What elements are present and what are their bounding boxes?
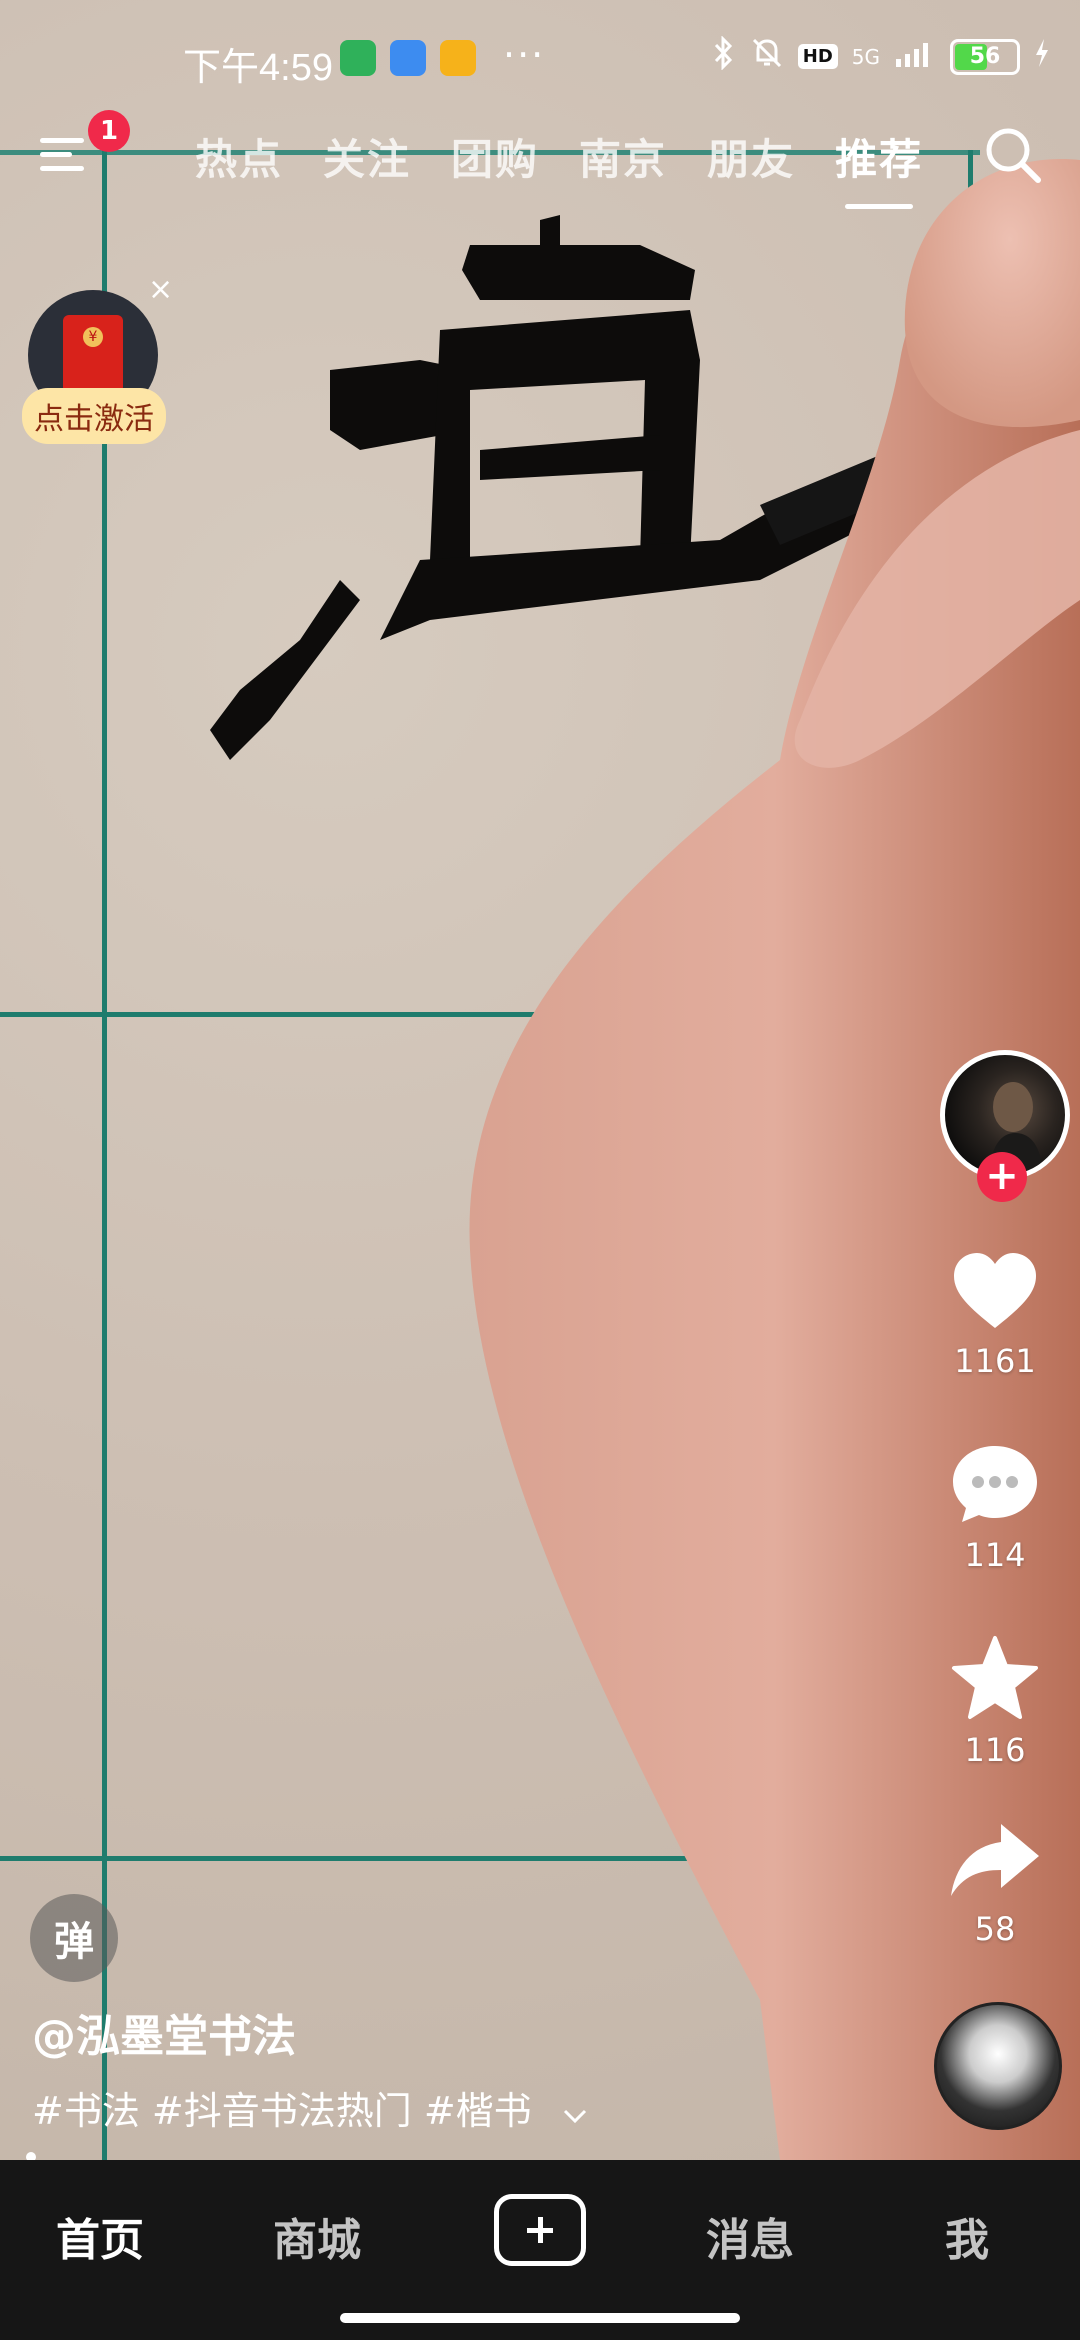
comment-button[interactable]: 114 xyxy=(920,1442,1070,1574)
status-bar: 下午4:59 ··· HD 5G 56 xyxy=(0,0,1080,120)
comment-icon xyxy=(953,1446,1037,1522)
signal-icon xyxy=(894,37,936,76)
battery-icon: 56 xyxy=(950,38,1020,75)
star-icon xyxy=(952,1636,1038,1719)
share-count: 58 xyxy=(974,1910,1016,1948)
tab-recommended[interactable]: 推荐 xyxy=(835,126,923,209)
create-post-button[interactable] xyxy=(494,2194,586,2266)
like-button[interactable]: 1161 xyxy=(920,1250,1070,1380)
notification-badge: 1 xyxy=(88,110,130,152)
battery-level: 56 xyxy=(969,44,1001,69)
notification-app-icon xyxy=(340,40,376,76)
status-right-group: HD 5G 56 xyxy=(710,35,1050,77)
close-icon[interactable]: × xyxy=(148,272,173,307)
author-name[interactable]: @泓墨堂书法 xyxy=(32,2000,296,2064)
heart-icon xyxy=(954,1253,1036,1328)
video-tags: #书法 #抖音书法热门 #楷书 xyxy=(32,2080,588,2135)
bluetooth-icon xyxy=(710,35,736,77)
tab-group-buy[interactable]: 团购 xyxy=(451,126,539,187)
feed-tabs: 热点 关注 团购 南京 朋友 推荐 xyxy=(195,126,923,209)
hd-badge: HD xyxy=(797,44,838,69)
menu-button[interactable] xyxy=(40,132,92,178)
charging-icon xyxy=(1034,39,1050,74)
mute-bell-icon xyxy=(750,36,784,77)
danmaku-toggle-button[interactable]: 弹 xyxy=(30,1894,118,1982)
favorite-count: 116 xyxy=(964,1731,1026,1769)
favorite-button[interactable]: 116 xyxy=(920,1635,1070,1769)
network-type: 5G xyxy=(851,44,880,69)
follow-button[interactable]: + xyxy=(977,1152,1027,1202)
tab-friends[interactable]: 朋友 xyxy=(707,126,795,187)
nav-home[interactable]: 首页 xyxy=(56,2204,144,2268)
menu-icon xyxy=(40,152,72,157)
notification-app-icon xyxy=(390,40,426,76)
hashtags[interactable]: #书法 #抖音书法热门 #楷书 xyxy=(32,2089,532,2133)
like-count: 1161 xyxy=(954,1342,1036,1380)
tab-local-city[interactable]: 南京 xyxy=(579,126,667,187)
notification-app-icon xyxy=(440,40,476,76)
calligraphy-scene xyxy=(210,159,1080,2160)
menu-icon xyxy=(40,138,84,143)
video-player[interactable] xyxy=(0,0,1080,2160)
red-packet-label: 点击激活 xyxy=(22,388,166,444)
search-button[interactable] xyxy=(982,124,1044,186)
search-icon xyxy=(986,128,1041,183)
status-time: 下午4:59 xyxy=(183,47,333,89)
red-packet-widget[interactable]: 点击激活 xyxy=(22,290,166,444)
comment-count: 114 xyxy=(964,1536,1026,1574)
nav-mall[interactable]: 商城 xyxy=(273,2204,361,2268)
share-button[interactable]: 58 xyxy=(920,1820,1070,1948)
expand-chevron-icon[interactable] xyxy=(562,2098,588,2131)
nav-me[interactable]: 我 xyxy=(945,2204,989,2268)
nav-messages[interactable]: 消息 xyxy=(706,2204,794,2268)
share-arrow-icon xyxy=(951,1824,1039,1896)
screen: 下午4:59 ··· HD 5G 56 1 热点 关注 团购 南京 朋友 推荐 … xyxy=(0,0,1080,2340)
more-notifications-icon: ··· xyxy=(503,33,546,77)
top-nav: 1 热点 关注 团购 南京 朋友 推荐 xyxy=(0,110,1080,210)
home-indicator[interactable] xyxy=(340,2313,740,2323)
music-disc[interactable] xyxy=(934,2002,1062,2130)
tab-following[interactable]: 关注 xyxy=(323,126,411,187)
tab-hot[interactable]: 热点 xyxy=(195,126,283,187)
menu-icon xyxy=(40,166,84,171)
